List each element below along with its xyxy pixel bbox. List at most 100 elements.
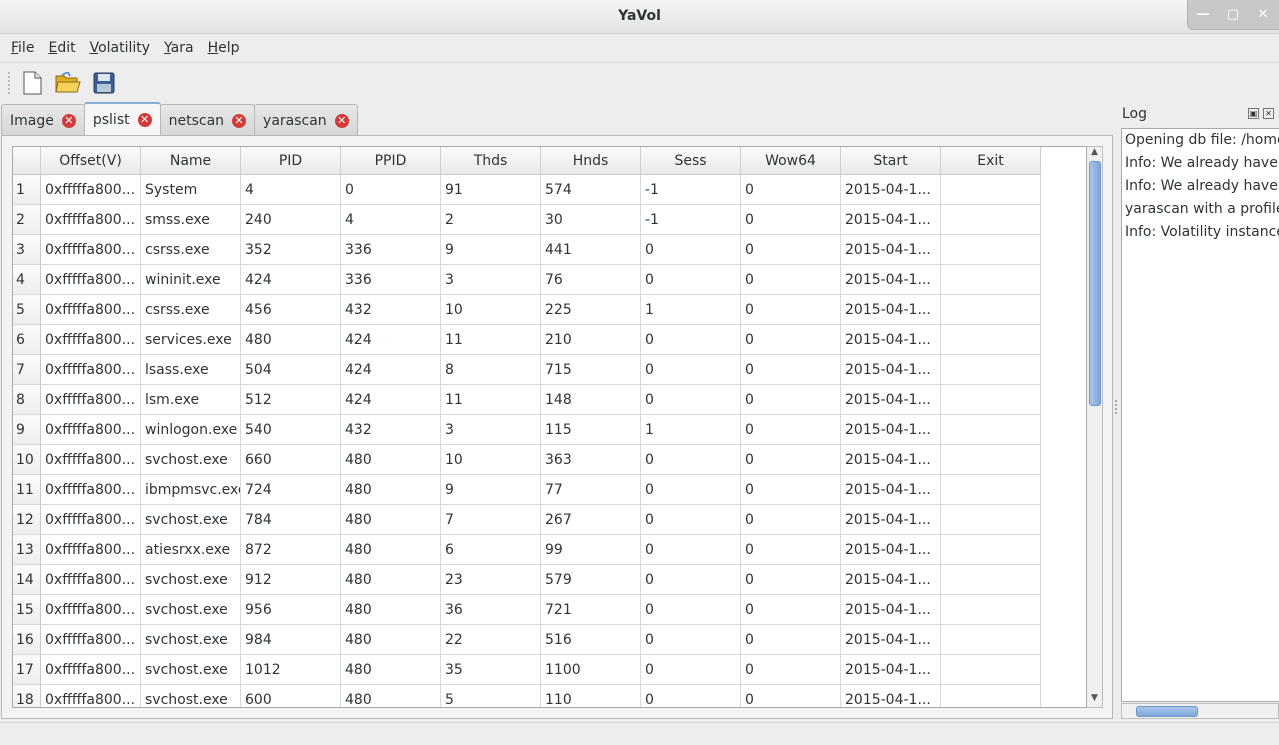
table-cell: wininit.exe [141, 265, 241, 295]
table-cell: svchost.exe [141, 565, 241, 595]
row-number[interactable]: 16 [13, 625, 41, 655]
table-body: 1 0xfffffa800... System 4 0 91 574 -1 0 2015-04-1… [13, 175, 1041, 707]
column-header[interactable]: PPID [341, 147, 441, 175]
tab-image[interactable]: Image ✕ [1, 104, 85, 136]
row-number[interactable]: 9 [13, 415, 41, 445]
table-cell: 424 [341, 385, 441, 415]
minimize-icon[interactable]: — [1188, 0, 1218, 29]
column-header[interactable]: Name [141, 147, 241, 175]
table-row[interactable]: 3 0xfffffa800... csrss.exe 352 336 9 441 0 0 2015… [13, 235, 1041, 265]
table-cell: 2015-04-1... [841, 265, 941, 295]
row-number[interactable]: 15 [13, 595, 41, 625]
table-row[interactable]: 16 0xfffffa800... svchost.exe 984 480 22 516 0 0… [13, 625, 1041, 655]
table-row[interactable]: 18 0xfffffa800... svchost.exe 600 480 5 110 0 0 2… [13, 685, 1041, 707]
log-close-icon[interactable]: ✕ [1263, 108, 1274, 119]
vertical-scrollbar[interactable]: ▲ ▼ [1087, 146, 1103, 708]
undock-icon[interactable]: ▣ [1248, 108, 1259, 119]
table-cell: 115 [541, 415, 641, 445]
menu-yara[interactable]: Yara [164, 40, 194, 56]
table-row[interactable]: 15 0xfffffa800... svchost.exe 956 480 36 721 0 0… [13, 595, 1041, 625]
log-panel[interactable]: Opening db file: /home/v Info: We already… [1121, 128, 1279, 702]
table-cell: 0 [741, 385, 841, 415]
column-header[interactable]: PID [241, 147, 341, 175]
row-number[interactable]: 4 [13, 265, 41, 295]
close-icon[interactable]: ✕ [1248, 0, 1278, 29]
table-cell: 0xfffffa800... [41, 625, 141, 655]
new-file-button[interactable] [18, 69, 46, 97]
table-header: Offset(V) Name PID PPID Thds Hnds Sess Wow64 Sta… [13, 147, 1041, 175]
table-cell: 0xfffffa800... [41, 385, 141, 415]
table-cell: 148 [541, 385, 641, 415]
column-header[interactable]: Hnds [541, 147, 641, 175]
menu-volatility[interactable]: Volatility [90, 40, 150, 56]
tab-close-icon[interactable]: ✕ [334, 113, 349, 128]
table-row[interactable]: 6 0xfffffa800... services.exe 480 424 11 210 0 0… [13, 325, 1041, 355]
column-header[interactable]: Start [841, 147, 941, 175]
row-number[interactable]: 6 [13, 325, 41, 355]
table-cell: 2015-04-1... [841, 565, 941, 595]
table-cell: 9 [441, 235, 541, 265]
maximize-icon[interactable]: ▢ [1218, 0, 1248, 29]
row-number[interactable]: 18 [13, 685, 41, 707]
table-cell: 424 [241, 265, 341, 295]
table-cell: services.exe [141, 325, 241, 355]
table-row[interactable]: 13 0xfffffa800... atiesrxx.exe 872 480 6 99 0 0 2… [13, 535, 1041, 565]
tab-yarascan[interactable]: yarascan ✕ [254, 104, 358, 136]
table-cell: 240 [241, 205, 341, 235]
row-number[interactable]: 11 [13, 475, 41, 505]
log-dock-controls: ▣ ✕ [1248, 108, 1274, 119]
panel-splitter[interactable] [1115, 400, 1118, 414]
scroll-down-icon[interactable]: ▼ [1087, 693, 1102, 707]
row-number[interactable]: 17 [13, 655, 41, 685]
log-line: yarascan with a profile o [1125, 201, 1279, 217]
scroll-up-icon[interactable]: ▲ [1087, 147, 1102, 161]
column-header[interactable]: Wow64 [741, 147, 841, 175]
toolbar-grip-icon[interactable] [8, 71, 12, 94]
table-cell: 0xfffffa800... [41, 355, 141, 385]
table-row[interactable]: 10 0xfffffa800... svchost.exe 660 480 10 363 0 0… [13, 445, 1041, 475]
table-row[interactable]: 11 0xfffffa800... ibmpmsvc.exe 724 480 9 77 0 0 2… [13, 475, 1041, 505]
column-header[interactable]: Exit [941, 147, 1041, 175]
table-row[interactable]: 8 0xfffffa800... lsm.exe 512 424 11 148 0 0 2015-… [13, 385, 1041, 415]
table-row[interactable]: 4 0xfffffa800... wininit.exe 424 336 3 76 0 0 201… [13, 265, 1041, 295]
tab-close-icon[interactable]: ✕ [137, 113, 152, 127]
table-cell: 0 [741, 415, 841, 445]
column-header[interactable]: Offset(V) [41, 147, 141, 175]
tab-close-icon[interactable]: ✕ [61, 113, 76, 128]
row-number[interactable]: 3 [13, 235, 41, 265]
row-number[interactable]: 7 [13, 355, 41, 385]
tab-close-icon[interactable]: ✕ [232, 113, 247, 128]
table-row[interactable]: 14 0xfffffa800... svchost.exe 912 480 23 579 0 0… [13, 565, 1041, 595]
table-row[interactable]: 2 0xfffffa800... smss.exe 240 4 2 30 -1 0 2015-04… [13, 205, 1041, 235]
menu-edit[interactable]: Edit [48, 40, 75, 56]
table-row[interactable]: 17 0xfffffa800... svchost.exe 1012 480 35 1100… [13, 655, 1041, 685]
table-cell: -1 [641, 175, 741, 205]
table-row[interactable]: 1 0xfffffa800... System 4 0 91 574 -1 0 2015-04-1… [13, 175, 1041, 205]
log-horizontal-scrollbar[interactable] [1121, 703, 1279, 719]
row-number[interactable]: 2 [13, 205, 41, 235]
table-row[interactable]: 12 0xfffffa800... svchost.exe 784 480 7 267 0 0 2… [13, 505, 1041, 535]
save-button[interactable] [90, 69, 118, 97]
row-number[interactable]: 12 [13, 505, 41, 535]
log-scroll-thumb[interactable] [1136, 706, 1198, 717]
open-file-button[interactable] [54, 69, 82, 97]
column-header[interactable]: Sess [641, 147, 741, 175]
scroll-thumb[interactable] [1089, 161, 1101, 406]
row-number[interactable]: 14 [13, 565, 41, 595]
menu-help[interactable]: Help [208, 40, 240, 56]
table-row[interactable]: 9 0xfffffa800... winlogon.exe 540 432 3 115 1 0 2… [13, 415, 1041, 445]
row-number[interactable]: 13 [13, 535, 41, 565]
table-cell: lsass.exe [141, 355, 241, 385]
column-header[interactable]: Thds [441, 147, 541, 175]
row-number[interactable]: 1 [13, 175, 41, 205]
row-number[interactable]: 5 [13, 295, 41, 325]
menu-file[interactable]: File [11, 40, 34, 56]
row-number[interactable]: 8 [13, 385, 41, 415]
tab-netscan[interactable]: netscan ✕ [159, 104, 256, 136]
row-number[interactable]: 10 [13, 445, 41, 475]
tab-pslist[interactable]: pslist ✕ [83, 102, 161, 136]
table-row[interactable]: 7 0xfffffa800... lsass.exe 504 424 8 715 0 0 2015… [13, 355, 1041, 385]
table-row[interactable]: 5 0xfffffa800... csrss.exe 456 432 10 225 1 0 201… [13, 295, 1041, 325]
table-cell: 600 [241, 685, 341, 707]
table-corner[interactable] [13, 147, 41, 175]
